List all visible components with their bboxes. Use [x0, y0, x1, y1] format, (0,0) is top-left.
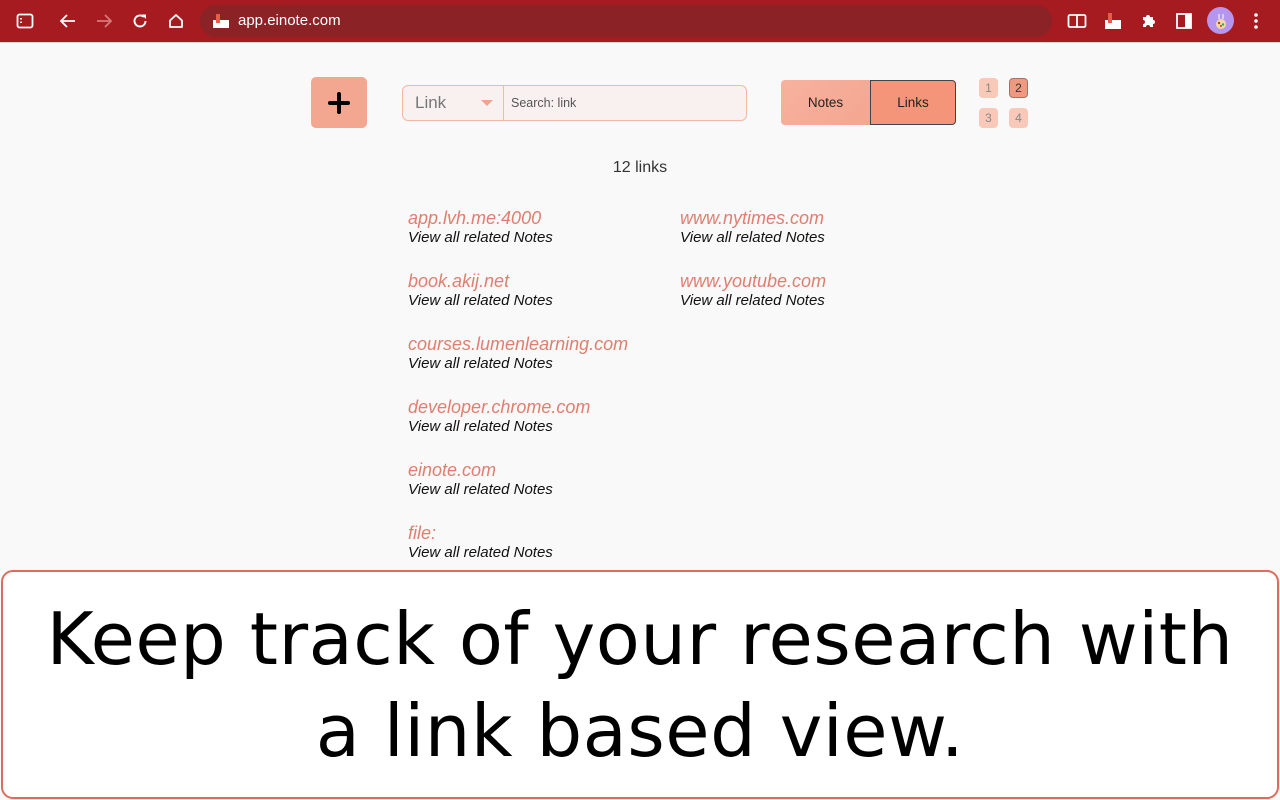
search-input[interactable]: [504, 86, 746, 120]
extensions-puzzle-icon[interactable]: [1135, 8, 1161, 34]
view-related-notes-link[interactable]: View all related Notes: [408, 480, 668, 500]
tab-links[interactable]: Links: [870, 80, 956, 125]
sidebar-toggle-icon[interactable]: [12, 8, 38, 34]
reload-icon[interactable]: [127, 8, 153, 34]
view-related-notes-link[interactable]: View all related Notes: [408, 228, 668, 248]
link-domain[interactable]: book.akij.net: [408, 271, 668, 291]
link-domain[interactable]: einote.com: [408, 460, 668, 480]
link-domain[interactable]: app.lvh.me:4000: [408, 208, 668, 228]
view-related-notes-link[interactable]: View all related Notes: [408, 417, 668, 437]
link-domain[interactable]: www.youtube.com: [680, 271, 940, 291]
profile-avatar[interactable]: [1207, 7, 1234, 34]
view-related-notes-link[interactable]: View all related Notes: [408, 291, 668, 311]
plus-icon: [328, 91, 350, 114]
forward-icon[interactable]: [91, 8, 117, 34]
view-related-notes-link[interactable]: View all related Notes: [408, 543, 668, 563]
filter-type-select[interactable]: Link: [403, 86, 504, 120]
caption-text: Keep track of your research with a link …: [46, 596, 1234, 773]
browser-toolbar: app.einote.com: [0, 0, 1280, 42]
page-button-2[interactable]: 2: [1009, 78, 1028, 98]
reading-mode-icon[interactable]: [1064, 8, 1090, 34]
filter-type-value: Link: [415, 93, 447, 112]
caption-banner: Keep track of your research with a link …: [1, 570, 1279, 799]
kebab-menu-icon[interactable]: [1243, 8, 1269, 34]
caret-down-icon: [481, 100, 493, 106]
link-item: www.nytimes.com View all related Notes: [680, 208, 940, 248]
page-button-4[interactable]: 4: [1009, 108, 1028, 128]
view-related-notes-link[interactable]: View all related Notes: [680, 291, 940, 311]
link-domain[interactable]: file:: [408, 523, 668, 543]
link-domain[interactable]: www.nytimes.com: [680, 208, 940, 228]
add-note-button[interactable]: [311, 77, 367, 128]
links-count: 12 links: [612, 159, 668, 176]
back-icon[interactable]: [55, 8, 81, 34]
link-item: courses.lumenlearning.com View all relat…: [408, 334, 668, 374]
home-icon[interactable]: [163, 8, 189, 34]
link-domain[interactable]: courses.lumenlearning.com: [408, 334, 668, 354]
link-domain[interactable]: developer.chrome.com: [408, 397, 668, 417]
page-button-3[interactable]: 3: [979, 108, 998, 128]
link-item: developer.chrome.com View all related No…: [408, 397, 668, 437]
site-favicon: [213, 14, 229, 28]
page-button-1[interactable]: 1: [979, 78, 998, 98]
url-text[interactable]: app.einote.com: [238, 12, 341, 29]
einote-extension-icon[interactable]: [1100, 8, 1126, 34]
search-bar: Link: [402, 85, 747, 121]
link-item: einote.com View all related Notes: [408, 460, 668, 500]
link-item: app.lvh.me:4000 View all related Notes: [408, 208, 668, 248]
tab-notes[interactable]: Notes: [781, 80, 870, 125]
side-panel-icon[interactable]: [1171, 8, 1197, 34]
view-toggle: Notes Links: [781, 80, 956, 125]
link-item: file: View all related Notes: [408, 523, 668, 563]
view-related-notes-link[interactable]: View all related Notes: [408, 354, 668, 374]
link-item: book.akij.net View all related Notes: [408, 271, 668, 311]
address-bar[interactable]: app.einote.com: [200, 5, 1052, 37]
link-item: www.youtube.com View all related Notes: [680, 271, 940, 311]
view-related-notes-link[interactable]: View all related Notes: [680, 228, 940, 248]
